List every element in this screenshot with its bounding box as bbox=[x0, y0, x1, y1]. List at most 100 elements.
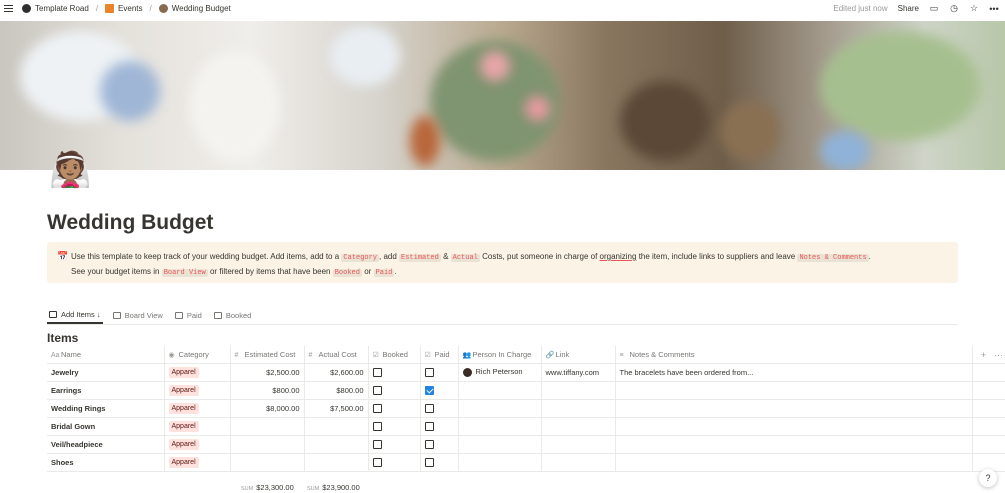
tab-paid[interactable]: Paid bbox=[173, 307, 204, 324]
cell-category[interactable]: Apparel bbox=[163, 417, 230, 436]
paid-checkbox[interactable] bbox=[424, 439, 434, 449]
cell-estimated-cost[interactable] bbox=[229, 417, 304, 436]
person-type-icon: 👥 bbox=[462, 351, 472, 359]
tab-add-items[interactable]: Add Items ↓ bbox=[47, 307, 103, 324]
table-row[interactable]: Earrings Apparel $800.00 $800.00 bbox=[47, 381, 1005, 400]
cell-actual-cost[interactable]: $7,500.00 bbox=[303, 399, 368, 418]
paid-checkbox[interactable] bbox=[424, 367, 434, 377]
cell-estimated-cost[interactable] bbox=[229, 453, 304, 472]
cell-name[interactable]: Bridal Gown bbox=[47, 417, 164, 436]
cell-link[interactable] bbox=[540, 381, 615, 400]
col-category[interactable]: ◉ Category bbox=[163, 346, 230, 364]
table-icon bbox=[174, 312, 183, 319]
cell-category[interactable]: Apparel bbox=[163, 381, 230, 400]
col-actual-cost[interactable]: # Actual Cost bbox=[303, 346, 368, 364]
cell-actual-cost[interactable]: $800.00 bbox=[303, 381, 368, 400]
text-lines-icon: ≡ bbox=[619, 351, 624, 359]
table-row[interactable]: Wedding Rings Apparel $8,000.00 $7,500.00 bbox=[47, 399, 1005, 418]
page-icon[interactable]: 👰🏽 bbox=[49, 150, 91, 190]
col-link[interactable]: 🔗Link bbox=[540, 346, 615, 364]
cell-category[interactable]: Apparel bbox=[163, 453, 230, 472]
comments-icon[interactable]: ▭ bbox=[929, 3, 939, 14]
cell-notes[interactable] bbox=[614, 435, 972, 454]
events-icon bbox=[105, 4, 115, 13]
cell-notes[interactable] bbox=[614, 381, 972, 400]
cell-notes[interactable] bbox=[614, 417, 972, 436]
cell-person[interactable] bbox=[457, 417, 541, 436]
col-person-in-charge[interactable]: 👥Person In Charge bbox=[457, 346, 541, 364]
cell-name[interactable]: Shoes bbox=[47, 453, 164, 472]
cell-link[interactable] bbox=[540, 435, 615, 454]
cell-actual-cost[interactable] bbox=[303, 453, 368, 472]
cell-estimated-cost[interactable]: $800.00 bbox=[229, 381, 304, 400]
tab-booked[interactable]: Booked bbox=[212, 307, 253, 324]
callout-text: Use this template to keep track of your … bbox=[71, 252, 871, 277]
col-booked[interactable]: ☑ Booked bbox=[367, 346, 420, 364]
code-paid: Paid bbox=[373, 269, 395, 277]
tab-board-view[interactable]: Board View bbox=[111, 307, 165, 324]
cell-person[interactable]: Rich Peterson bbox=[457, 363, 541, 382]
cell-category[interactable]: Apparel bbox=[163, 399, 230, 418]
cell-notes[interactable] bbox=[614, 453, 972, 472]
cell-person[interactable] bbox=[457, 435, 541, 454]
database-title[interactable]: Items bbox=[47, 331, 78, 345]
booked-checkbox[interactable] bbox=[372, 457, 382, 467]
booked-checkbox[interactable] bbox=[372, 385, 382, 395]
history-icon[interactable]: ◷ bbox=[949, 3, 959, 14]
cell-notes[interactable]: The bracelets have been ordered from... bbox=[614, 363, 972, 382]
share-button[interactable]: Share bbox=[898, 4, 919, 13]
category-tag: Apparel bbox=[168, 366, 199, 378]
cell-estimated-cost[interactable] bbox=[229, 435, 304, 454]
paid-checkbox[interactable] bbox=[424, 421, 434, 431]
page-title[interactable]: Wedding Budget bbox=[47, 211, 213, 235]
col-estimated-cost[interactable]: # Estimated Cost bbox=[229, 346, 304, 364]
cell-name[interactable]: Wedding Rings bbox=[47, 399, 164, 418]
booked-checkbox[interactable] bbox=[372, 421, 382, 431]
sum-actual[interactable]: SUM $23,900.00 bbox=[307, 483, 360, 492]
col-paid[interactable]: ☑ Paid bbox=[419, 346, 458, 364]
paid-checkbox[interactable] bbox=[424, 403, 434, 413]
breadcrumb-item-wedding-budget[interactable]: Wedding Budget bbox=[172, 4, 231, 13]
calendar-icon: 📅 bbox=[57, 251, 69, 261]
help-button[interactable]: ? bbox=[979, 469, 997, 487]
col-name[interactable]: AaName bbox=[47, 346, 164, 364]
sidebar-menu-icon[interactable] bbox=[4, 5, 18, 12]
code-board-view: Board View bbox=[161, 269, 208, 277]
cell-actual-cost[interactable]: $2,600.00 bbox=[303, 363, 368, 382]
table-row[interactable]: Veil/headpiece Apparel bbox=[47, 435, 1005, 454]
booked-checkbox[interactable] bbox=[372, 439, 382, 449]
paid-checkbox[interactable] bbox=[424, 457, 434, 467]
table-row[interactable]: Jewelry Apparel $2,500.00 $2,600.00 Rich Pet… bbox=[47, 363, 1005, 382]
cell-actual-cost[interactable] bbox=[303, 417, 368, 436]
cell-person[interactable] bbox=[457, 381, 541, 400]
more-options-icon[interactable]: ••• bbox=[989, 4, 999, 14]
table-row[interactable]: Shoes Apparel bbox=[47, 453, 1005, 472]
cell-link[interactable] bbox=[540, 399, 615, 418]
category-tag: Apparel bbox=[168, 402, 199, 414]
breadcrumb-item-events[interactable]: Events bbox=[118, 4, 142, 13]
cell-name[interactable]: Jewelry bbox=[47, 363, 164, 382]
cell-notes[interactable] bbox=[614, 399, 972, 418]
cell-estimated-cost[interactable]: $2,500.00 bbox=[229, 363, 304, 382]
cell-link[interactable]: www.tiffany.com bbox=[540, 363, 615, 382]
template-road-icon bbox=[22, 4, 31, 13]
sum-estimated[interactable]: SUM $23,300.00 bbox=[241, 483, 294, 492]
cell-actual-cost[interactable] bbox=[303, 435, 368, 454]
booked-checkbox[interactable] bbox=[372, 367, 382, 377]
cell-name[interactable]: Veil/headpiece bbox=[47, 435, 164, 454]
favorite-star-icon[interactable]: ☆ bbox=[969, 3, 979, 14]
cell-category[interactable]: Apparel bbox=[163, 363, 230, 382]
cell-person[interactable] bbox=[457, 453, 541, 472]
cell-link[interactable] bbox=[540, 417, 615, 436]
cell-estimated-cost[interactable]: $8,000.00 bbox=[229, 399, 304, 418]
table-row[interactable]: Bridal Gown Apparel bbox=[47, 417, 1005, 436]
breadcrumb-item-template-road[interactable]: Template Road bbox=[35, 4, 89, 13]
col-notes[interactable]: ≡ Notes & Comments bbox=[614, 346, 972, 364]
board-icon bbox=[112, 312, 121, 319]
cell-person[interactable] bbox=[457, 399, 541, 418]
cell-name[interactable]: Earrings bbox=[47, 381, 164, 400]
cell-link[interactable] bbox=[540, 453, 615, 472]
paid-checkbox[interactable] bbox=[424, 385, 434, 395]
cell-category[interactable]: Apparel bbox=[163, 435, 230, 454]
booked-checkbox[interactable] bbox=[372, 403, 382, 413]
